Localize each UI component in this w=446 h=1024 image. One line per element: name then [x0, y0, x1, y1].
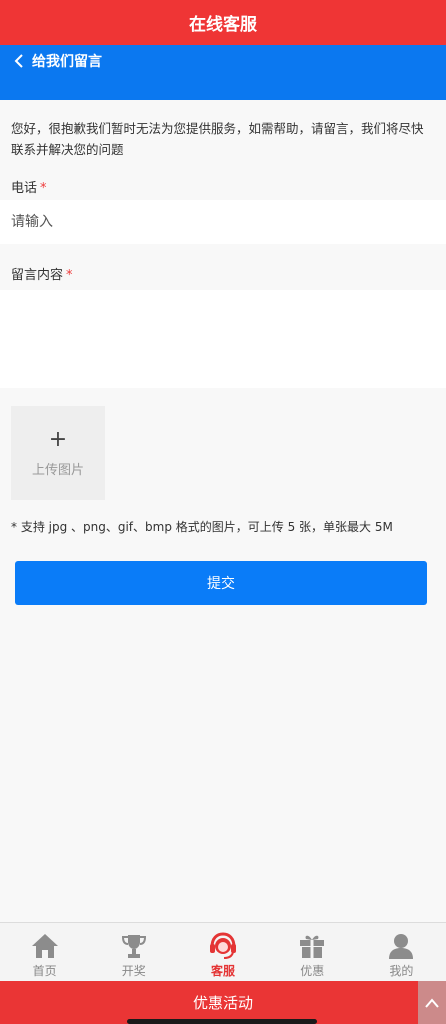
- tab-label: 开奖: [121, 964, 146, 978]
- upload-label: 上传图片: [31, 462, 84, 478]
- scroll-top-button[interactable]: [418, 981, 446, 1024]
- page-title: 在线客服: [189, 15, 257, 35]
- intro-text: 您好，很抱歉我们暂时无法为您提供服务，如需帮助，请留言，我们将尽快联系并解决您的…: [11, 121, 424, 157]
- tab-label: 优惠: [300, 964, 325, 978]
- phone-input[interactable]: [0, 200, 446, 244]
- message-area: [0, 290, 446, 388]
- message-form: 您好，很抱歉我们暂时无法为您提供服务，如需帮助，请留言，我们将尽快联系并解决您的…: [0, 100, 446, 922]
- back-button[interactable]: 给我们留言: [8, 49, 102, 73]
- chevron-left-icon: [8, 49, 30, 73]
- phone-row: [0, 200, 446, 244]
- message-input[interactable]: [0, 290, 446, 388]
- user-icon: [386, 931, 416, 961]
- upload-image-button[interactable]: + 上传图片: [11, 406, 105, 500]
- required-mark: *: [40, 181, 47, 196]
- plus-icon: +: [48, 426, 68, 452]
- submit-button[interactable]: 提交: [15, 561, 427, 605]
- tab-mine[interactable]: 我的: [357, 923, 446, 981]
- message-label-text: 留言内容: [11, 268, 64, 283]
- sub-header: 给我们留言: [0, 45, 446, 100]
- tab-home[interactable]: 首页: [0, 923, 89, 981]
- tab-offers[interactable]: 优惠: [268, 923, 357, 981]
- tab-draw[interactable]: 开奖: [89, 923, 178, 981]
- app-header: 在线客服: [0, 0, 446, 45]
- back-label: 给我们留言: [32, 54, 102, 70]
- tab-label: 客服: [211, 964, 236, 978]
- tab-bar: 首页 开奖 客服 优惠 我的: [0, 922, 446, 981]
- home-indicator: [127, 1019, 317, 1024]
- home-icon: [30, 931, 60, 961]
- promo-label: 优惠活动: [192, 994, 253, 1012]
- tab-label: 首页: [32, 964, 57, 978]
- upload-hint: * 支持 jpg 、png、gif、bmp 格式的图片，可上传 5 张，单张最大…: [11, 520, 393, 534]
- chevron-up-icon: [425, 993, 439, 1012]
- phone-label: 电话 *: [11, 177, 47, 196]
- customer-service-icon: [208, 931, 238, 961]
- tab-label: 我的: [389, 964, 414, 978]
- gift-icon: [297, 931, 327, 961]
- trophy-icon: [119, 931, 149, 961]
- phone-label-text: 电话: [11, 181, 38, 196]
- message-label: 留言内容 *: [11, 264, 73, 283]
- required-mark: *: [66, 268, 73, 283]
- promo-bar[interactable]: 优惠活动: [0, 981, 446, 1024]
- tab-customer-service[interactable]: 客服: [178, 923, 267, 981]
